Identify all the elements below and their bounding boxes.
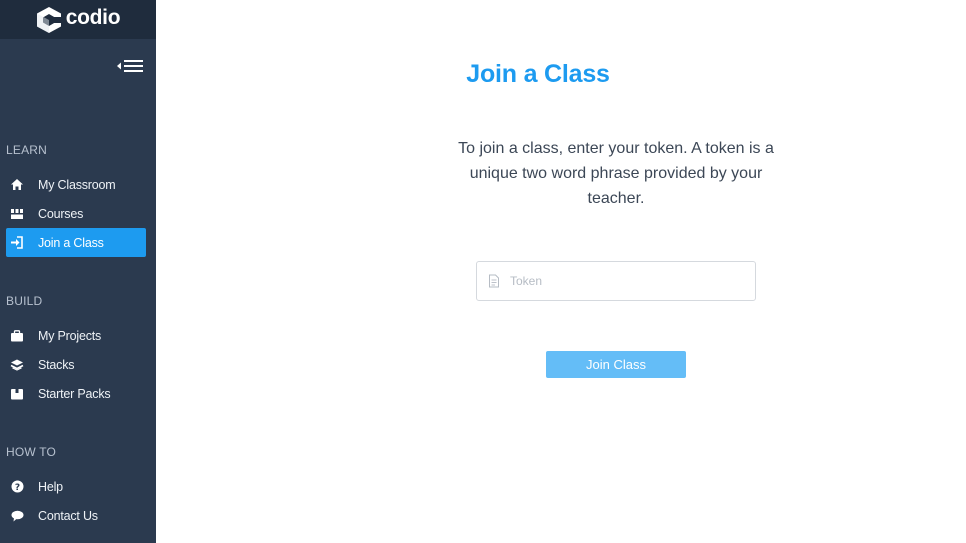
page-title-wrap: Join a Class	[0, 60, 920, 89]
package-icon	[0, 388, 38, 400]
section-title-how-to: HOW TO	[6, 445, 57, 459]
sidebar-item-starter-packs[interactable]: Starter Packs	[6, 379, 146, 408]
svg-text:?: ?	[14, 483, 19, 493]
sidebar-item-stacks[interactable]: Stacks	[6, 350, 146, 379]
briefcase-icon	[0, 329, 38, 342]
token-input[interactable]	[510, 274, 730, 288]
chat-bubble-icon	[0, 510, 38, 522]
join-class-button[interactable]: Join Class	[546, 351, 686, 378]
main-content: Join a Class To join a class, enter your…	[156, 0, 966, 543]
codio-logo-icon	[36, 6, 62, 33]
page-title: Join a Class	[466, 60, 610, 88]
sidebar-item-contact-us[interactable]: Contact Us	[6, 501, 146, 530]
layers-icon	[0, 359, 38, 371]
sidebar-item-join-a-class[interactable]: Join a Class	[6, 228, 146, 257]
courses-icon	[0, 208, 38, 220]
section-title-build: BUILD	[6, 294, 43, 308]
token-field[interactable]	[476, 261, 756, 301]
logo[interactable]: codio	[0, 0, 156, 39]
sidebar-item-my-projects[interactable]: My Projects	[6, 321, 146, 350]
section-title-learn: LEARN	[6, 143, 48, 157]
sidebar-item-my-classroom[interactable]: My Classroom	[6, 170, 146, 199]
intro-text: To join a class, enter your token. A tok…	[458, 140, 774, 207]
sidebar-item-courses[interactable]: Courses	[6, 199, 146, 228]
document-icon	[489, 274, 499, 288]
logo-text: codio	[65, 6, 121, 29]
app-window: codio LEARN My Classroom Courses Join a …	[0, 0, 966, 543]
home-icon	[0, 178, 38, 191]
sidebar-item-help[interactable]: ? Help	[6, 472, 146, 501]
question-circle-icon: ?	[0, 480, 38, 493]
sign-in-icon	[0, 236, 38, 249]
